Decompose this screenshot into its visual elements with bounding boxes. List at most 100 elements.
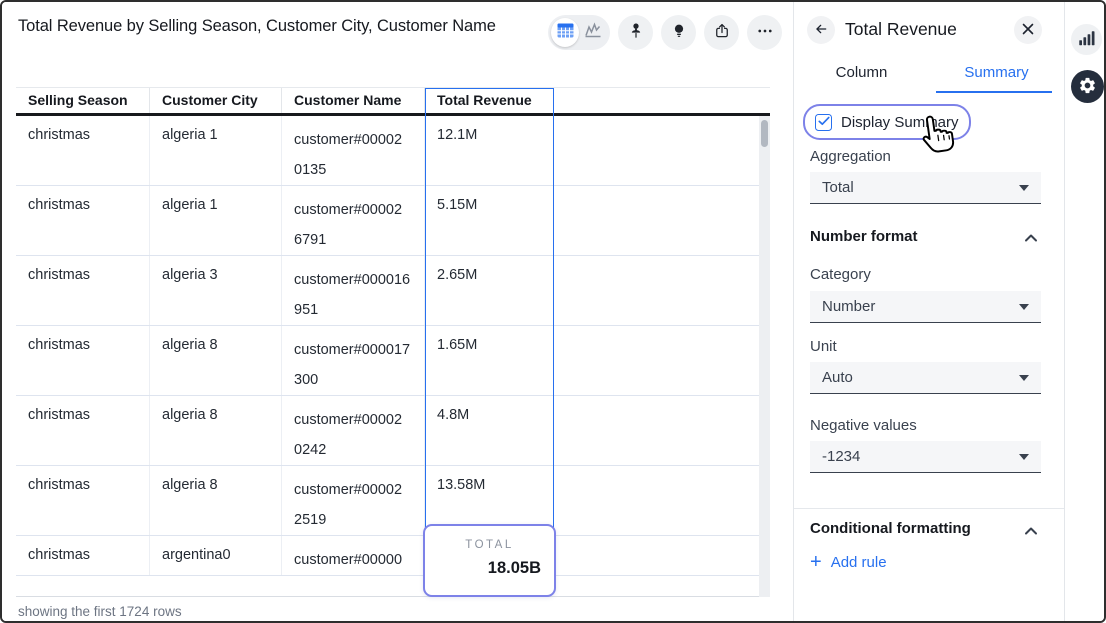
chart-config-button[interactable]: [1071, 24, 1102, 55]
collapse-conditional-formatting-icon[interactable]: [1024, 523, 1038, 533]
table-icon: [557, 23, 574, 43]
table-scrollbar[interactable]: [759, 116, 770, 597]
column-header-total-revenue[interactable]: Total Revenue: [425, 88, 554, 113]
cell-customer-name[interactable]: customer#00002 6791: [282, 186, 425, 255]
toolbar: [548, 15, 782, 50]
panel-tabs: Column Summary: [794, 60, 1064, 91]
tab-summary[interactable]: Summary: [929, 60, 1064, 91]
category-value: Number: [822, 298, 1019, 315]
unit-value: Auto: [822, 369, 1019, 386]
add-rule-button[interactable]: + Add rule: [810, 553, 887, 571]
table-row[interactable]: christmas algeria 3 customer#000016 951 …: [16, 256, 770, 326]
category-label: Category: [810, 266, 871, 283]
column-settings-panel: Total Revenue Column Summary Display Sum…: [793, 2, 1064, 621]
cell-customer-name[interactable]: customer#00002 0135: [282, 116, 425, 185]
ellipsis-icon: [756, 22, 774, 43]
caret-down-icon: [1019, 375, 1029, 381]
cell-selling-season[interactable]: christmas: [16, 466, 150, 535]
answer-area: Total Revenue by Selling Season, Custome…: [2, 2, 793, 621]
cell-total-revenue[interactable]: 5.15M: [425, 186, 554, 255]
summary-total-value: 18.05B: [425, 559, 554, 578]
cell-customer-city[interactable]: algeria 1: [150, 116, 282, 185]
cell-customer-city[interactable]: algeria 1: [150, 186, 282, 255]
table-view-button[interactable]: [551, 18, 579, 47]
chart-view-button[interactable]: [579, 18, 607, 47]
aggregation-select[interactable]: Total: [810, 172, 1041, 204]
aggregation-label: Aggregation: [810, 148, 891, 165]
cell-empty: [554, 256, 770, 325]
settings-button[interactable]: [1071, 70, 1104, 103]
unit-select[interactable]: Auto: [810, 362, 1041, 394]
table-row[interactable]: christmas algeria 8 customer#00002 0242 …: [16, 396, 770, 466]
cell-total-revenue[interactable]: 4.8M: [425, 396, 554, 465]
table-scrollbar-thumb[interactable]: [761, 120, 768, 147]
cell-total-revenue[interactable]: 2.65M: [425, 256, 554, 325]
pin-button[interactable]: [618, 15, 653, 50]
display-summary-label: Display Summary: [841, 114, 959, 131]
insights-button[interactable]: [661, 15, 696, 50]
column-header-customer-city[interactable]: Customer City: [150, 88, 282, 113]
conditional-formatting-section-title: Conditional formatting: [810, 520, 971, 537]
cell-customer-name[interactable]: customer#00002 2519: [282, 466, 425, 535]
cell-customer-city[interactable]: argentina0: [150, 536, 282, 575]
cell-customer-name[interactable]: customer#000016 951: [282, 256, 425, 325]
negative-values-select[interactable]: -1234: [810, 441, 1041, 473]
section-divider: [794, 508, 1064, 509]
close-icon: [1022, 23, 1034, 38]
cell-customer-city[interactable]: algeria 8: [150, 326, 282, 395]
caret-down-icon: [1019, 185, 1029, 191]
cell-empty: [554, 536, 770, 575]
table-row[interactable]: christmas algeria 8 customer#000017 300 …: [16, 326, 770, 396]
view-toggle: [548, 15, 610, 50]
plus-icon: +: [810, 553, 822, 571]
table-row[interactable]: christmas algeria 8 customer#00002 2519 …: [16, 466, 770, 536]
cell-empty: [554, 466, 770, 535]
arrow-left-icon: [813, 21, 829, 40]
cell-selling-season[interactable]: christmas: [16, 116, 150, 185]
cell-selling-season[interactable]: christmas: [16, 326, 150, 395]
chart-icon: [584, 22, 602, 43]
cell-customer-name[interactable]: customer#00000: [282, 536, 425, 575]
cell-empty: [554, 186, 770, 255]
cell-customer-city[interactable]: algeria 8: [150, 396, 282, 465]
cell-customer-name[interactable]: customer#000017 300: [282, 326, 425, 395]
cell-selling-season[interactable]: christmas: [16, 186, 150, 255]
summary-total-box[interactable]: TOTAL 18.05B: [423, 524, 556, 597]
category-select[interactable]: Number: [810, 291, 1041, 323]
cell-total-revenue[interactable]: 1.65M: [425, 326, 554, 395]
add-rule-label: Add rule: [831, 554, 887, 571]
share-button[interactable]: [704, 15, 739, 50]
cell-selling-season[interactable]: christmas: [16, 536, 150, 575]
data-table: Selling Season Customer City Customer Na…: [16, 87, 770, 597]
caret-down-icon: [1019, 454, 1029, 460]
more-button[interactable]: [747, 15, 782, 50]
display-summary-option[interactable]: Display Summary: [803, 104, 971, 140]
gear-icon: [1078, 76, 1097, 98]
cell-customer-city[interactable]: algeria 3: [150, 256, 282, 325]
cell-empty: [554, 116, 770, 185]
table-row[interactable]: christmas algeria 1 customer#00002 6791 …: [16, 186, 770, 256]
right-icon-strip: [1064, 2, 1106, 621]
tab-column[interactable]: Column: [794, 60, 929, 91]
table-row[interactable]: christmas algeria 1 customer#00002 0135 …: [16, 116, 770, 186]
column-header-customer-name[interactable]: Customer Name: [282, 88, 425, 113]
app-window: Total Revenue by Selling Season, Custome…: [0, 0, 1106, 623]
bar-chart-icon: [1078, 30, 1095, 50]
table-row[interactable]: christmas argentina0 customer#00000 16.1…: [16, 536, 770, 576]
column-header-selling-season[interactable]: Selling Season: [16, 88, 150, 113]
cell-selling-season[interactable]: christmas: [16, 256, 150, 325]
cell-empty: [554, 326, 770, 395]
caret-down-icon: [1019, 304, 1029, 310]
cell-total-revenue[interactable]: 12.1M: [425, 116, 554, 185]
column-header-empty: [554, 88, 770, 113]
checkmark-icon: [818, 113, 830, 131]
close-button[interactable]: [1014, 16, 1042, 44]
cell-empty: [554, 396, 770, 465]
cell-selling-season[interactable]: christmas: [16, 396, 150, 465]
back-button[interactable]: [807, 16, 835, 44]
cell-customer-city[interactable]: algeria 8: [150, 466, 282, 535]
collapse-number-format-icon[interactable]: [1024, 230, 1038, 240]
display-summary-checkbox[interactable]: [815, 114, 832, 131]
cell-customer-name[interactable]: customer#00002 0242: [282, 396, 425, 465]
aggregation-value: Total: [822, 179, 1019, 196]
